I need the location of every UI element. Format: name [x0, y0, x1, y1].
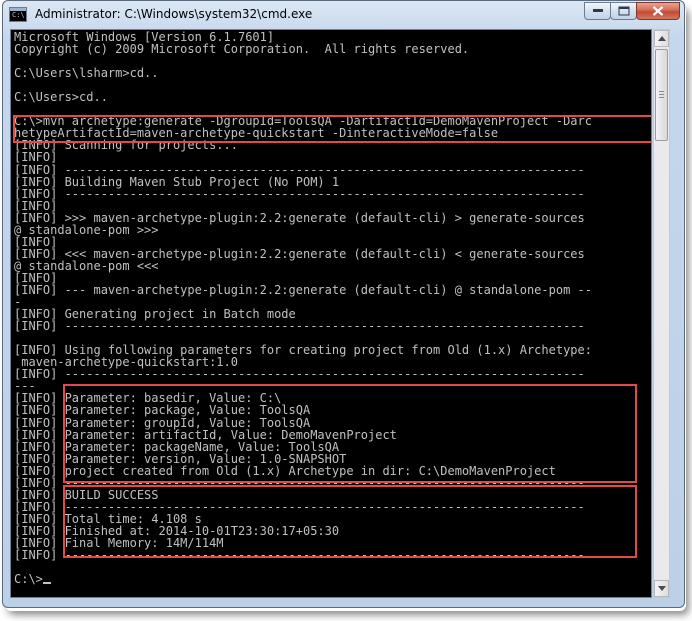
- cmd-icon-label: C:\: [12, 11, 25, 19]
- minimize-icon: [592, 9, 603, 12]
- console-line: C:\Users\lsharm>cd..: [14, 66, 159, 81]
- console-line: [INFO] Building Maven Stub Project (No P…: [14, 174, 340, 189]
- console-line: [INFO] --- maven-archetype-plugin:2.2:ge…: [14, 282, 592, 297]
- console-line: [INFO] ---------------------------------…: [14, 475, 585, 490]
- console-line: [INFO]: [14, 198, 58, 213]
- vertical-scrollbar[interactable]: [653, 29, 670, 598]
- console-line: [INFO] ---------------------------------…: [14, 186, 585, 201]
- console-line: [INFO] Parameter: version, Value: 1.0-SN…: [14, 451, 347, 466]
- console-line: [INFO] ---------------------------------…: [14, 162, 585, 177]
- cmd-window: C:\ Administrator: C:\Windows\system32\c…: [2, 0, 685, 608]
- console-line: [INFO] Scanning for projects...: [14, 138, 238, 153]
- minimize-button[interactable]: [584, 2, 611, 20]
- console-line: [INFO] Parameter: packageName, Value: To…: [14, 439, 340, 454]
- maximize-button[interactable]: [610, 2, 637, 20]
- console-line: [INFO] >>> maven-archetype-plugin:2.2:ge…: [14, 210, 585, 225]
- console-line: [INFO]: [14, 150, 58, 165]
- console-line: Copyright (c) 2009 Microsoft Corporation…: [14, 42, 470, 57]
- title-bar[interactable]: C:\ Administrator: C:\Windows\system32\c…: [3, 1, 684, 29]
- console-line: @ standalone-pom <<<: [14, 258, 159, 273]
- console-line: [INFO] Parameter: groupId, Value: ToolsQ…: [14, 415, 311, 430]
- maximize-icon: [618, 6, 629, 16]
- console-line: [INFO] Parameter: artifactId, Value: Dem…: [14, 427, 397, 442]
- cmd-icon[interactable]: C:\: [9, 7, 27, 22]
- console-lines: Microsoft Windows [Version 6.1.7601] Copy…: [14, 31, 592, 585]
- window-title: Administrator: C:\Windows\system32\cmd.e…: [35, 7, 313, 21]
- arrow-down-icon: [658, 586, 666, 591]
- close-icon: [652, 6, 664, 16]
- console-line: [INFO] ---------------------------------…: [14, 319, 585, 334]
- close-button[interactable]: [636, 2, 680, 20]
- console-output[interactable]: Microsoft Windows [Version 6.1.7601] Copy…: [10, 29, 652, 598]
- scroll-up-button[interactable]: [654, 30, 669, 47]
- console-line: [INFO] project created from Old (1.x) Ar…: [14, 463, 556, 478]
- console-line: [INFO] ---------------------------------…: [14, 367, 585, 382]
- caption-buttons: [584, 2, 680, 22]
- arrow-up-icon: [658, 36, 666, 41]
- scroll-thumb[interactable]: [655, 49, 668, 141]
- console-line: [INFO] Parameter: package, Value: ToolsQ…: [14, 403, 311, 418]
- console-line: C:\Users>cd..: [14, 90, 108, 105]
- console-line: C:\>: [14, 573, 592, 585]
- text-cursor: [42, 582, 51, 585]
- scroll-down-button[interactable]: [654, 580, 669, 597]
- console-line: @ standalone-pom >>>: [14, 222, 159, 237]
- console-line: [INFO] ---------------------------------…: [14, 548, 585, 563]
